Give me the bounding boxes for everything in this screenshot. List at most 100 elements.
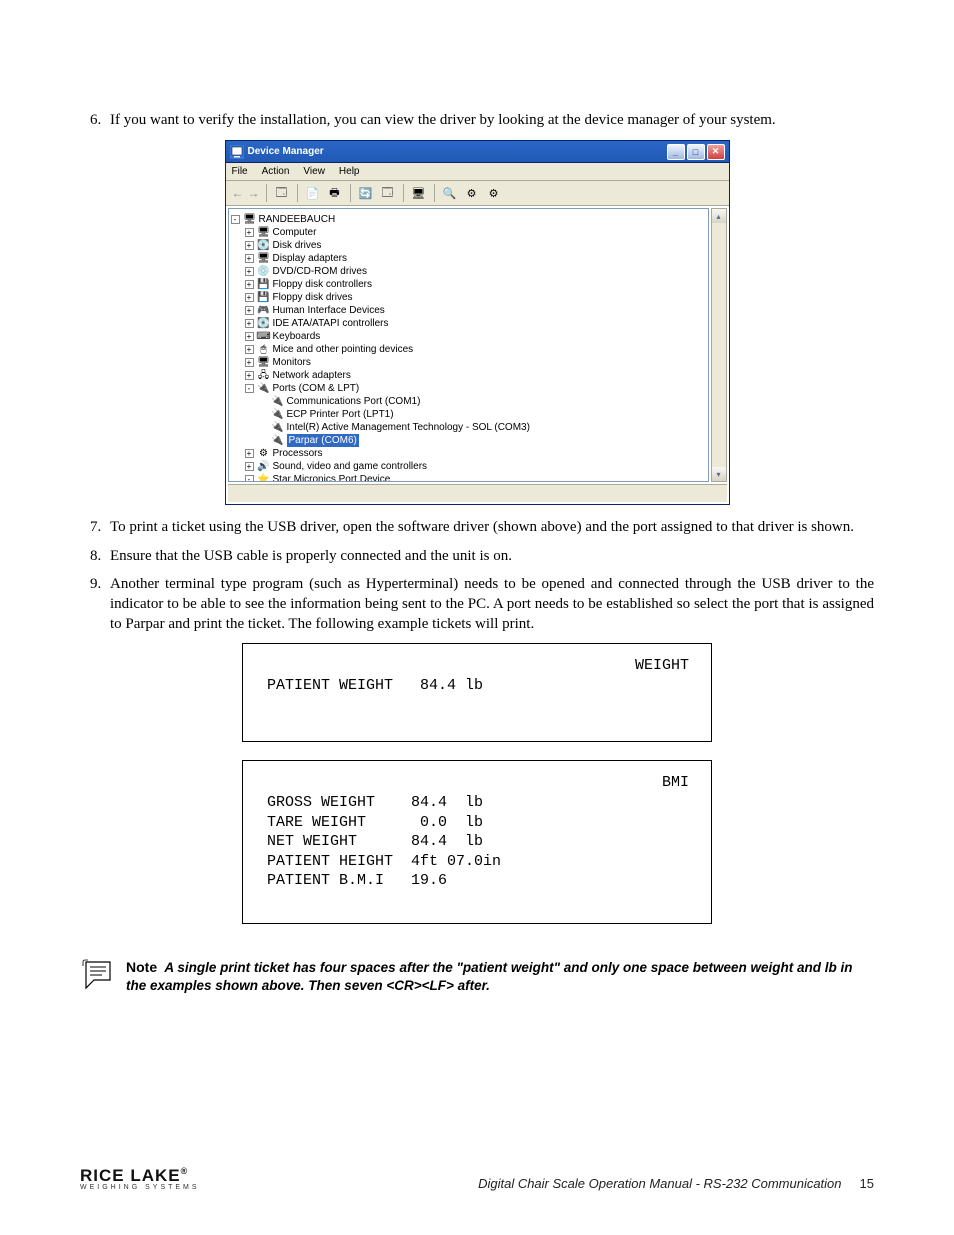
expand-icon[interactable]: + bbox=[245, 332, 254, 341]
step-number: 9. bbox=[80, 574, 110, 635]
tree-node[interactable]: +🖧Network adapters bbox=[231, 369, 706, 382]
app-icon bbox=[230, 145, 244, 159]
back-icon[interactable]: ← bbox=[232, 186, 244, 200]
expand-icon[interactable]: + bbox=[245, 371, 254, 380]
expand-icon[interactable]: + bbox=[245, 293, 254, 302]
doc-title: Digital Chair Scale Operation Manual - R… bbox=[478, 1176, 841, 1191]
expand-icon[interactable]: + bbox=[245, 280, 254, 289]
ticket-label: BMI bbox=[662, 773, 689, 793]
expand-icon[interactable]: + bbox=[245, 449, 254, 458]
collapse-icon[interactable]: - bbox=[245, 475, 254, 482]
port-icon: 🔌 bbox=[257, 383, 271, 395]
tree-node[interactable]: +💿DVD/CD-ROM drives bbox=[231, 265, 706, 278]
tree-node[interactable]: +💽Disk drives bbox=[231, 239, 706, 252]
scrollbar[interactable]: ▴ ▾ bbox=[711, 208, 727, 482]
scan-icon[interactable]: 🔍 bbox=[441, 184, 459, 202]
forward-icon[interactable]: → bbox=[248, 186, 260, 200]
note-callout: Note A single print ticket has four spac… bbox=[80, 958, 874, 995]
toolbar-icon[interactable]: 🗔 bbox=[273, 184, 291, 202]
menu-action[interactable]: Action bbox=[262, 166, 290, 177]
expand-icon[interactable]: + bbox=[245, 345, 254, 354]
maximize-button[interactable]: □ bbox=[687, 144, 705, 160]
close-button[interactable]: ✕ bbox=[707, 144, 725, 160]
note-icon bbox=[80, 958, 120, 992]
tree-leaf[interactable]: 🔌Communications Port (COM1) bbox=[231, 395, 706, 408]
disable-icon[interactable]: ⚙ bbox=[463, 184, 481, 202]
network-icon: 🖧 bbox=[257, 370, 271, 382]
expand-icon[interactable]: + bbox=[245, 254, 254, 263]
keyboard-icon: ⌨ bbox=[257, 331, 271, 343]
tree-node[interactable]: +⚙Processors bbox=[231, 447, 706, 460]
expand-icon[interactable]: + bbox=[245, 358, 254, 367]
scroll-up-icon[interactable]: ▴ bbox=[712, 209, 726, 223]
expand-icon[interactable]: + bbox=[245, 267, 254, 276]
device-manager-window: Device Manager _ □ ✕ File Action View He… bbox=[225, 140, 730, 505]
floppy-ctrl-icon: 💾 bbox=[257, 279, 271, 291]
mouse-icon: 🖱 bbox=[257, 344, 271, 356]
expand-icon[interactable]: + bbox=[245, 306, 254, 315]
expand-icon[interactable]: + bbox=[245, 319, 254, 328]
tree-node[interactable]: +⌨Keyboards bbox=[231, 330, 706, 343]
ticket-bmi: BMI GROSS WEIGHT 84.4 lb TARE WEIGHT 0.0… bbox=[242, 760, 712, 924]
ide-icon: 💽 bbox=[257, 318, 271, 330]
tree-node-ports[interactable]: -🔌Ports (COM & LPT) bbox=[231, 382, 706, 395]
tree-node[interactable]: +🖥Display adapters bbox=[231, 252, 706, 265]
window-titlebar: Device Manager _ □ ✕ bbox=[226, 141, 729, 163]
floppy-drive-icon: 💾 bbox=[257, 292, 271, 304]
minimize-button[interactable]: _ bbox=[667, 144, 685, 160]
collapse-icon[interactable]: - bbox=[231, 215, 240, 224]
disk-icon: 💽 bbox=[257, 240, 271, 252]
processor-icon: ⚙ bbox=[257, 448, 271, 460]
expand-icon[interactable]: + bbox=[245, 462, 254, 471]
instruction-list-2: 7. To print a ticket using the USB drive… bbox=[80, 517, 874, 634]
print-icon[interactable]: 🖶 bbox=[326, 184, 344, 202]
tree-leaf[interactable]: 🔌Intel(R) Active Management Technology -… bbox=[231, 421, 706, 434]
properties-icon[interactable]: 📄 bbox=[304, 184, 322, 202]
tree-node[interactable]: +💾Floppy disk drives bbox=[231, 291, 706, 304]
tree-leaf[interactable]: 🔌ECP Printer Port (LPT1) bbox=[231, 408, 706, 421]
scroll-down-icon[interactable]: ▾ bbox=[712, 467, 726, 481]
step-text: To print a ticket using the USB driver, … bbox=[110, 517, 874, 537]
star-icon: ⭐ bbox=[257, 474, 271, 483]
tree-node[interactable]: +🖱Mice and other pointing devices bbox=[231, 343, 706, 356]
sound-icon: 🔊 bbox=[257, 461, 271, 473]
step-number: 6. bbox=[80, 110, 110, 130]
page-number: 15 bbox=[860, 1176, 874, 1191]
refresh-icon[interactable]: 🔄 bbox=[357, 184, 375, 202]
step-number: 7. bbox=[80, 517, 110, 537]
menu-file[interactable]: File bbox=[232, 166, 248, 177]
display-icon: 🖥 bbox=[257, 253, 271, 265]
ticket-weight: WEIGHT PATIENT WEIGHT 84.4 lb bbox=[242, 643, 712, 743]
menu-view[interactable]: View bbox=[303, 166, 325, 177]
update-icon[interactable]: ⚙ bbox=[485, 184, 503, 202]
status-bar bbox=[228, 484, 727, 502]
menu-help[interactable]: Help bbox=[339, 166, 360, 177]
note-content: Note A single print ticket has four spac… bbox=[126, 958, 874, 995]
device-tree[interactable]: -🖥RANDEEBAUCH +🖥Computer +💽Disk drives +… bbox=[228, 208, 709, 482]
ticket-row: GROSS WEIGHT 84.4 lb bbox=[267, 793, 687, 813]
toolbar: ← → 🗔 📄 🖶 🔄 🗔 🖥 🔍 ⚙ ⚙ bbox=[226, 181, 729, 206]
tree-node[interactable]: -⭐Star Micronics Port Device bbox=[231, 473, 706, 482]
collapse-icon[interactable]: - bbox=[245, 384, 254, 393]
tree-node[interactable]: +🔊Sound, video and game controllers bbox=[231, 460, 706, 473]
tree-root[interactable]: -🖥RANDEEBAUCH bbox=[231, 213, 706, 226]
uninstall-icon[interactable]: 🖥 bbox=[410, 184, 428, 202]
tree-node[interactable]: +🖥Computer bbox=[231, 226, 706, 239]
footer-doc-info: Digital Chair Scale Operation Manual - R… bbox=[478, 1176, 874, 1191]
sample-tickets: WEIGHT PATIENT WEIGHT 84.4 lb BMI GROSS … bbox=[80, 643, 874, 942]
toolbar-icon[interactable]: 🗔 bbox=[379, 184, 397, 202]
tree-node[interactable]: +💾Floppy disk controllers bbox=[231, 278, 706, 291]
ticket-row: PATIENT HEIGHT 4ft 07.0in bbox=[267, 852, 687, 872]
tree-node[interactable]: +🖥Monitors bbox=[231, 356, 706, 369]
expand-icon[interactable]: + bbox=[245, 228, 254, 237]
expand-icon[interactable]: + bbox=[245, 241, 254, 250]
note-label: Note bbox=[126, 959, 157, 975]
menu-bar: File Action View Help bbox=[226, 163, 729, 181]
tree-node[interactable]: +💽IDE ATA/ATAPI controllers bbox=[231, 317, 706, 330]
port-icon: 🔌 bbox=[271, 409, 285, 421]
tree-node[interactable]: +🎮Human Interface Devices bbox=[231, 304, 706, 317]
dvd-icon: 💿 bbox=[257, 266, 271, 278]
window-title: Device Manager bbox=[248, 146, 667, 157]
tree-leaf-selected[interactable]: 🔌Parpar (COM6) bbox=[231, 434, 706, 447]
device-manager-figure: Device Manager _ □ ✕ File Action View He… bbox=[80, 140, 874, 505]
